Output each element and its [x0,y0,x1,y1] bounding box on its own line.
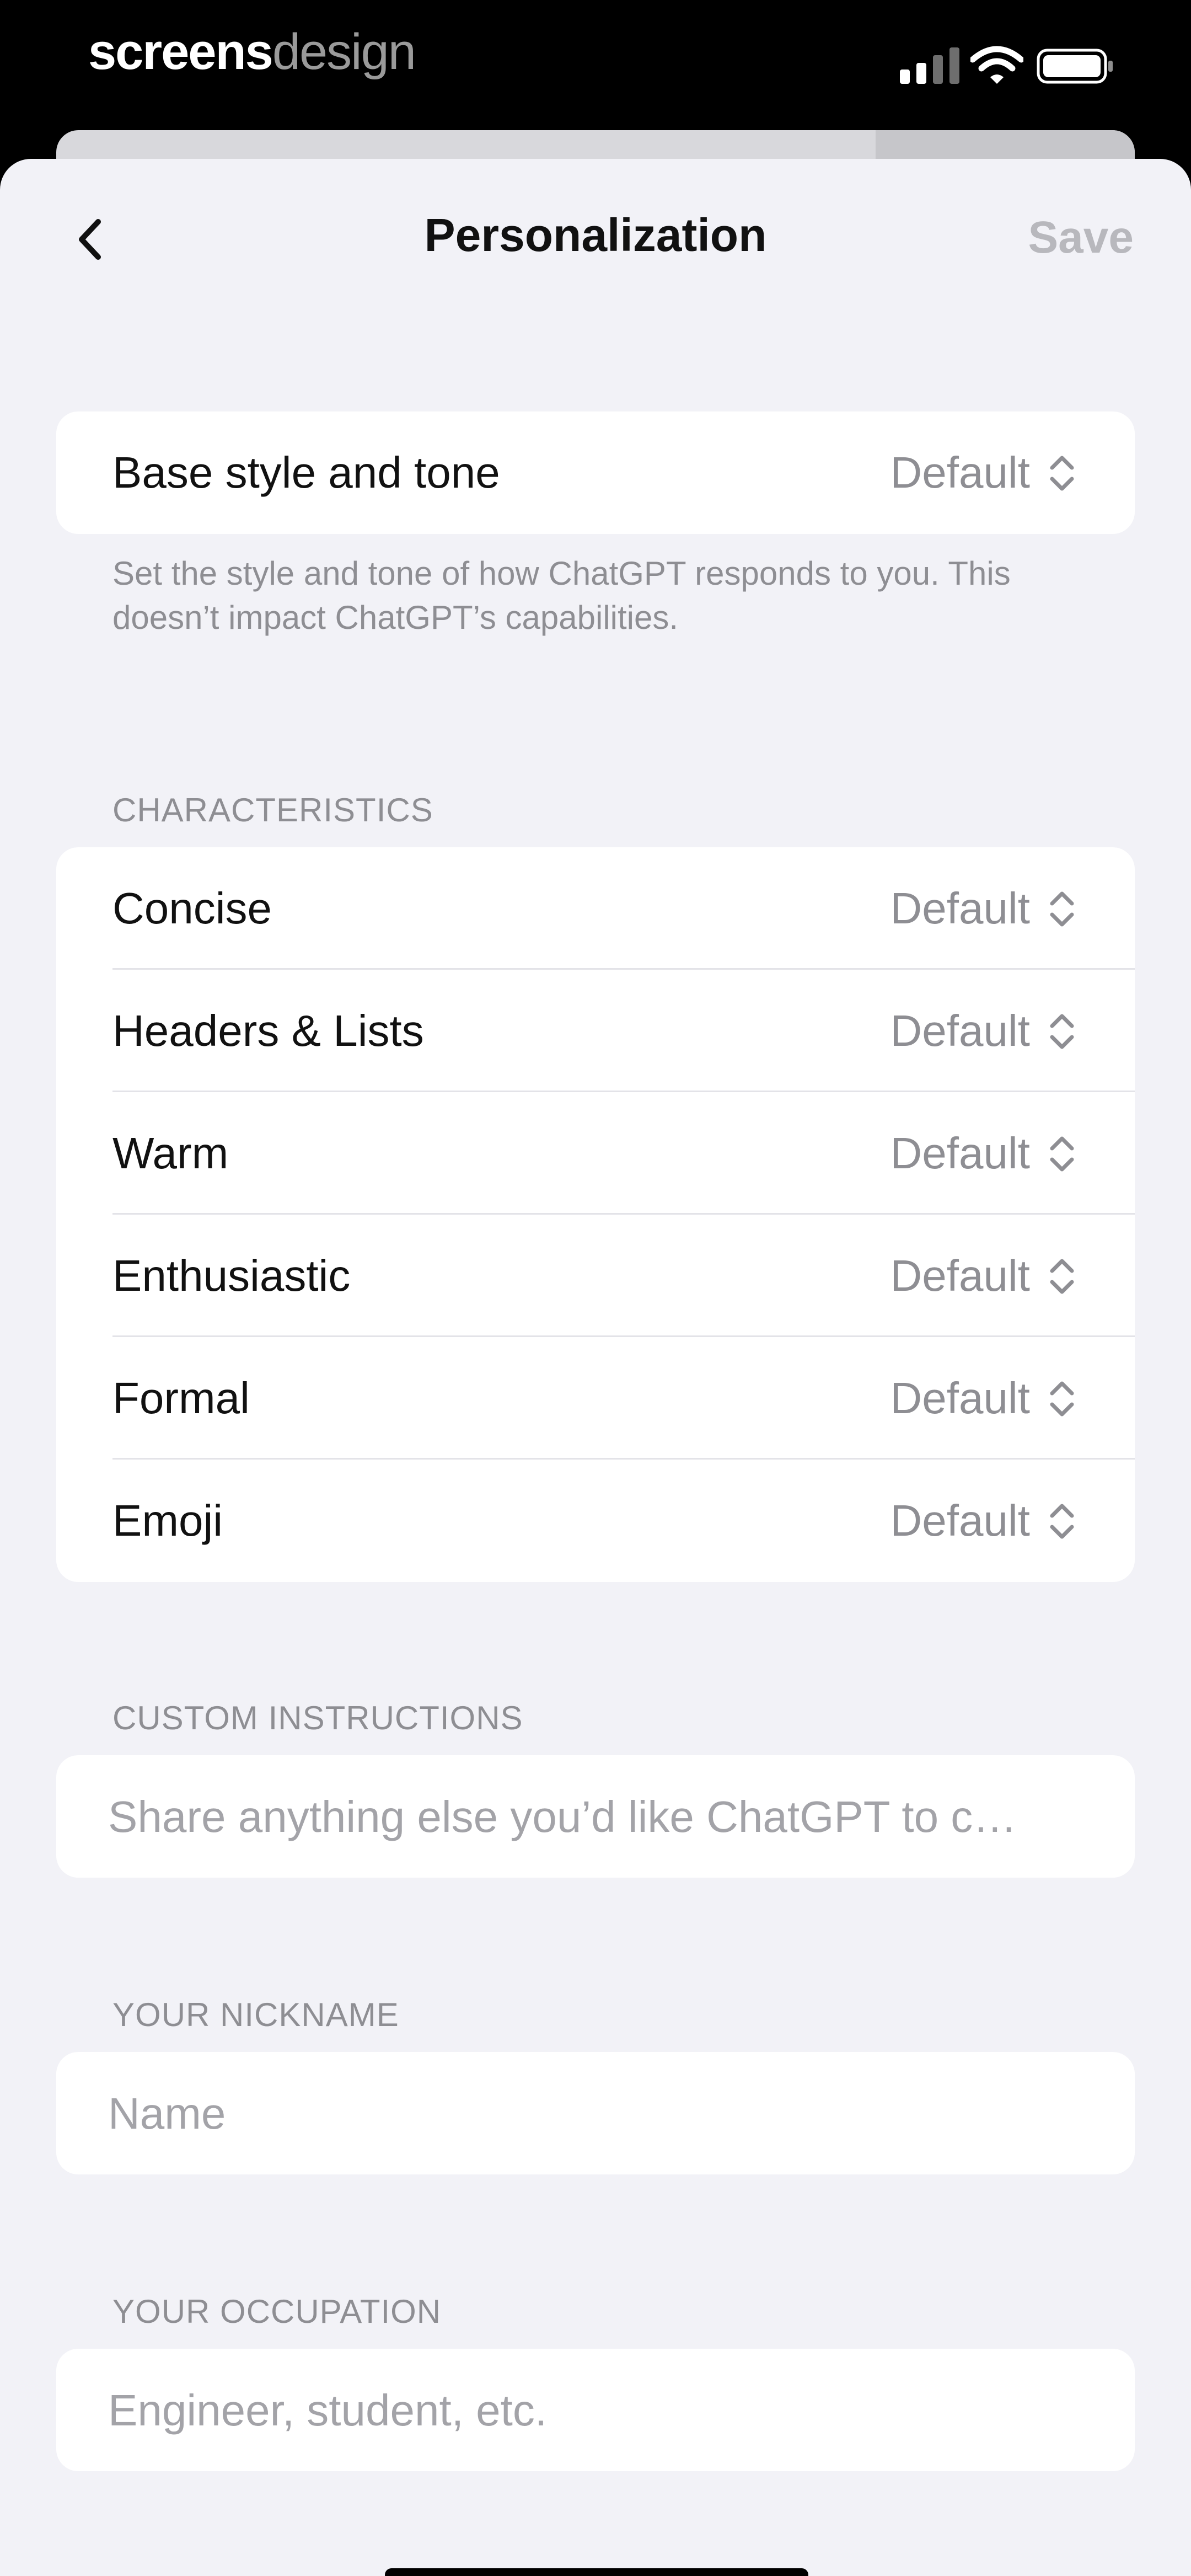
characteristic-row-warm[interactable]: Warm Default [56,1092,1135,1215]
base-style-helper: Set the style and tone of how ChatGPT re… [112,555,1011,636]
characteristic-value: Default [890,1496,1030,1545]
save-button[interactable]: Save [1028,212,1134,264]
nickname-card [56,2052,1135,2176]
base-style-value: Default [890,448,1030,497]
base-style-label: Base style and tone [112,448,500,497]
characteristic-label: Formal [112,1373,250,1423]
characteristic-label: Concise [112,884,272,933]
occupation-header: YOUR OCCUPATION [112,2293,442,2330]
chevron-up-down-icon [1050,891,1074,927]
characteristic-label: Emoji [112,1496,223,1545]
home-indicator [385,2568,808,2576]
wifi-icon [970,46,1023,84]
chevron-up-down-icon [1050,1381,1074,1417]
brand-watermark: screensdesign [88,23,416,81]
battery-icon [1037,49,1113,84]
status-bar: screensdesign [0,0,1191,132]
characteristic-value: Default [890,1251,1030,1300]
characteristic-value: Default [890,1373,1030,1423]
occupation-input[interactable] [107,2349,1102,2472]
nickname-input[interactable] [107,2052,1102,2176]
base-style-row[interactable]: Base style and tone Default [56,411,1135,534]
characteristic-row-formal[interactable]: Formal Default [56,1337,1135,1460]
characteristic-row-headers-lists[interactable]: Headers & Lists Default [56,970,1135,1092]
brand-part-1: screens [88,24,273,80]
characteristic-label: Warm [112,1129,229,1178]
characteristic-value: Default [890,1006,1030,1055]
characteristic-row-enthusiastic[interactable]: Enthusiastic Default [56,1215,1135,1337]
characteristic-label: Headers & Lists [112,1006,424,1055]
chevron-up-down-icon [1050,1504,1074,1539]
cellular-signal-icon [900,47,959,84]
nickname-header: YOUR NICKNAME [112,1996,399,2033]
characteristic-row-emoji[interactable]: Emoji Default [56,1460,1135,1582]
chevron-up-down-icon [1050,456,1074,491]
custom-instructions-input[interactable] [107,1755,1102,1879]
characteristic-value: Default [890,1129,1030,1178]
personalization-sheet: Personalization Save Base style and tone… [0,159,1191,2576]
chevron-up-down-icon [1050,1014,1074,1049]
page-title: Personalization [424,209,767,261]
base-style-card: Base style and tone Default [56,411,1135,534]
chevron-up-down-icon [1050,1136,1074,1172]
chevron-up-down-icon [1050,1259,1074,1294]
characteristic-label: Enthusiastic [112,1251,351,1300]
characteristics-card: Concise Default Headers & Lists Default … [56,847,1135,1582]
brand-part-2: design [272,24,416,80]
characteristic-value: Default [890,884,1030,933]
characteristic-row-concise[interactable]: Concise Default [56,847,1135,970]
characteristics-header: CHARACTERISTICS [112,792,433,829]
occupation-card [56,2349,1135,2472]
custom-instructions-header: CUSTOM INSTRUCTIONS [112,1699,523,1736]
custom-instructions-card [56,1755,1135,1879]
